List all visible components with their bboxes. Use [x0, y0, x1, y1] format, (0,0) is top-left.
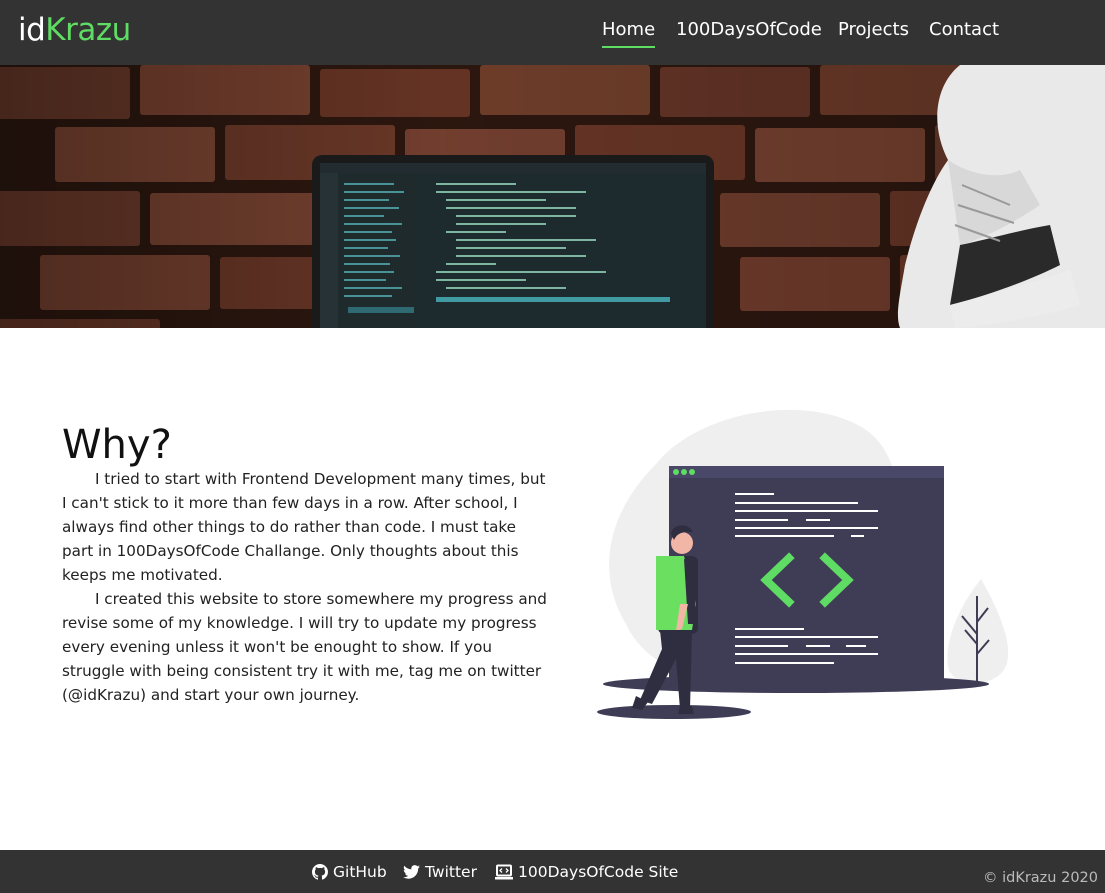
coding-illustration-image — [597, 409, 1009, 719]
github-icon — [312, 864, 328, 880]
footer-link-github[interactable]: GitHub — [312, 861, 387, 883]
page-title: Why? — [62, 422, 172, 468]
intro-paragraph: I tried to start with Frontend Developme… — [62, 470, 546, 584]
hero-image — [0, 65, 1105, 328]
twitter-icon — [403, 865, 420, 879]
nav-home[interactable]: Home — [602, 16, 656, 48]
footer-link-100daysofcode[interactable]: 100DaysOfCode Site — [495, 861, 678, 883]
nav-contact[interactable]: Contact — [929, 16, 999, 48]
footer-link-label: 100DaysOfCode Site — [518, 863, 679, 881]
laptop-icon — [495, 864, 513, 880]
copyright-text: © idKrazu 2020 — [982, 870, 1098, 886]
logo-suffix: Krazu — [45, 12, 131, 48]
site-footer: GitHub Twitter 100DaysOfCode Site © idKr… — [0, 850, 1105, 893]
logo-prefix: id — [18, 12, 46, 48]
footer-link-twitter[interactable]: Twitter — [403, 861, 477, 883]
footer-link-label: Twitter — [425, 863, 477, 881]
hero-photo — [0, 65, 1105, 328]
intro-text: I tried to start with Frontend Developme… — [62, 467, 550, 707]
nav-projects[interactable]: Projects — [838, 16, 909, 48]
site-header: idKrazu Home 100DaysOfCode Projects Cont… — [0, 0, 1105, 65]
nav-100daysofcode[interactable]: 100DaysOfCode — [676, 16, 822, 48]
site-logo[interactable]: idKrazu — [18, 10, 131, 50]
code-illustration — [596, 404, 1016, 724]
footer-link-label: GitHub — [333, 863, 387, 881]
intro-paragraph: I created this website to store somewher… — [62, 590, 547, 704]
